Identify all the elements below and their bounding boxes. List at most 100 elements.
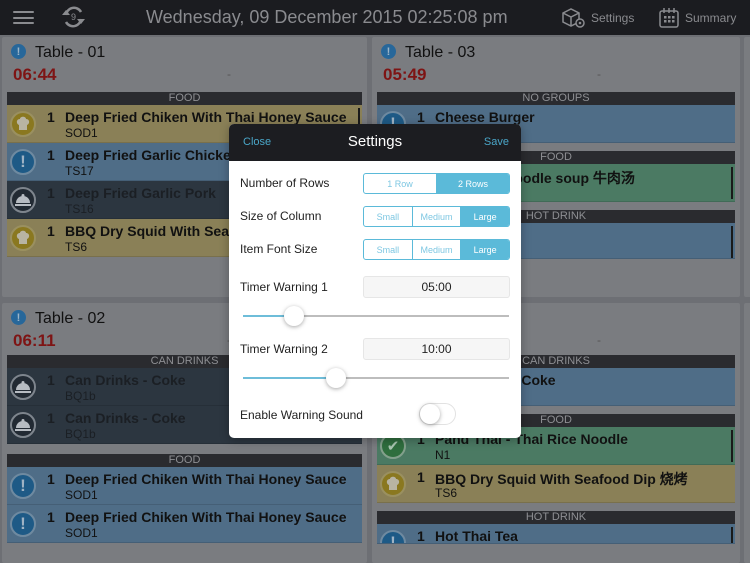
serving-dome-icon xyxy=(10,412,36,438)
ticket-partial-right[interactable] xyxy=(744,37,750,297)
rows-option-2[interactable]: 2 Rows xyxy=(436,174,509,193)
timer-warning-2-slider[interactable] xyxy=(243,368,509,388)
settings-label: Settings xyxy=(591,11,635,25)
font-size-segmented-control: Small Medium Large xyxy=(363,239,510,260)
slider-thumb[interactable] xyxy=(283,306,304,326)
ticket-note: - xyxy=(227,67,231,81)
order-item[interactable]: 1 BBQ Dry Squid With Seafood Dip 烧烤 TS6 xyxy=(377,465,735,503)
item-qty: 1 xyxy=(47,109,55,125)
ticket-title: Table - 01 xyxy=(35,44,106,61)
serving-dome-icon xyxy=(10,187,36,213)
item-qty: 1 xyxy=(47,372,55,388)
order-item[interactable]: ! 1 Deep Fried Chiken With Thai Honey Sa… xyxy=(7,505,362,543)
hamburger-menu-icon[interactable] xyxy=(13,11,34,24)
item-group: HOT DRINK ! 1 Hot Thai Tea xyxy=(377,511,735,544)
refresh-button[interactable]: 9 xyxy=(57,3,90,31)
rows-label: Number of Rows xyxy=(240,176,330,190)
serving-dome-icon xyxy=(10,374,36,400)
warning-sound-toggle[interactable] xyxy=(419,403,456,425)
timer-warning-2-label: Timer Warning 2 xyxy=(240,342,328,356)
item-name: Hot Thai Tea xyxy=(435,528,518,544)
ticket-title: Table - 03 xyxy=(405,44,476,61)
font-size-large[interactable]: Large xyxy=(460,240,509,259)
column-size-large[interactable]: Large xyxy=(460,207,509,226)
column-size-medium[interactable]: Medium xyxy=(411,207,461,226)
column-size-segmented-control: Small Medium Large xyxy=(363,206,510,227)
group-header: HOT DRINK xyxy=(377,511,735,524)
dialog-title: Settings xyxy=(347,133,403,150)
item-code: TS6 xyxy=(435,486,458,500)
item-qty: 1 xyxy=(47,509,55,525)
timer-warning-1-label: Timer Warning 1 xyxy=(240,280,328,294)
item-name: BBQ Dry Squid With Seafood Dip 烧烤 xyxy=(435,471,688,487)
item-divider xyxy=(731,430,733,462)
settings-dialog: Close Settings Save Number of Rows 1 Row… xyxy=(229,124,521,438)
item-code: BQ1b xyxy=(65,389,96,403)
ticket-title: Table - 02 xyxy=(35,310,106,327)
current-datetime: Wednesday, 09 December 2015 02:25:08 pm xyxy=(146,7,508,27)
alert-icon: ! xyxy=(381,44,396,59)
column-size-small[interactable]: Small xyxy=(364,207,412,226)
ticket-timer: 05:49 xyxy=(383,65,427,84)
group-header: FOOD xyxy=(7,454,362,467)
font-size-small[interactable]: Small xyxy=(364,240,412,259)
exclamation-icon: ! xyxy=(10,149,36,175)
ticket-note: - xyxy=(597,333,601,347)
chef-hat-icon xyxy=(10,111,36,137)
item-code: SOD1 xyxy=(65,526,98,540)
item-name: Deep Fried Chiken With Thai Honey Sauce xyxy=(65,471,347,487)
order-item[interactable]: ! 1 Hot Thai Tea xyxy=(377,524,735,544)
item-divider xyxy=(731,167,733,199)
item-qty: 1 xyxy=(47,185,55,201)
calendar-icon xyxy=(659,8,679,28)
item-qty: 1 xyxy=(417,109,425,125)
column-size-label: Size of Column xyxy=(240,209,322,223)
item-name: Can Drinks - Coke xyxy=(65,372,186,388)
settings-button[interactable]: Settings xyxy=(560,6,634,30)
refresh-count: 9 xyxy=(70,12,76,22)
ticket-note: - xyxy=(597,67,601,81)
timer-warning-2-field[interactable]: 10:00 xyxy=(363,338,510,360)
item-group: FOOD ! 1 Deep Fried Chiken With Thai Hon… xyxy=(7,454,362,543)
item-name: Deep Fried Chiken With Thai Honey Sauce xyxy=(65,109,347,125)
timer-warning-1-slider[interactable] xyxy=(243,306,509,326)
chef-hat-icon xyxy=(10,225,36,251)
settings-box-gear-icon xyxy=(562,8,585,28)
item-code: BQ1b xyxy=(65,427,96,441)
item-divider xyxy=(731,226,733,258)
item-qty: 1 xyxy=(47,410,55,426)
item-divider xyxy=(731,527,733,543)
item-name: Deep Fried Chiken With Thai Honey Sauce xyxy=(65,509,347,525)
item-name: Can Drinks - Coke xyxy=(65,410,186,426)
rows-option-1[interactable]: 1 Row xyxy=(364,174,436,193)
ticket-partial-right[interactable] xyxy=(744,303,750,563)
item-qty: 1 xyxy=(417,528,425,544)
group-header: NO GROUPS xyxy=(377,92,735,105)
item-name: Cheese Burger xyxy=(435,109,535,125)
summary-label: Summary xyxy=(685,11,737,25)
item-name: Deep Fried Garlic Pork xyxy=(65,185,216,201)
item-qty: 1 xyxy=(417,469,425,485)
font-size-medium[interactable]: Medium xyxy=(411,240,461,259)
save-button[interactable]: Save xyxy=(484,136,509,148)
dialog-header: Close Settings Save xyxy=(229,124,521,161)
summary-button[interactable]: Summary xyxy=(658,6,736,30)
item-qty: 1 xyxy=(47,147,55,163)
item-name: Deep Fried Garlic Chicken xyxy=(65,147,240,163)
slider-fill xyxy=(243,377,337,379)
slider-thumb[interactable] xyxy=(326,368,347,388)
ticket-timer: 06:44 xyxy=(13,65,57,84)
item-code: TS17 xyxy=(65,164,94,178)
font-size-label: Item Font Size xyxy=(240,242,318,256)
alert-icon: ! xyxy=(11,310,26,325)
timer-warning-1-field[interactable]: 05:00 xyxy=(363,276,510,298)
warning-sound-label: Enable Warning Sound xyxy=(240,408,363,422)
order-item[interactable]: ! 1 Deep Fried Chiken With Thai Honey Sa… xyxy=(7,467,362,505)
item-code: SOD1 xyxy=(65,488,98,502)
exclamation-icon: ! xyxy=(10,511,36,537)
toggle-knob xyxy=(420,404,440,424)
rows-segmented-control: 1 Row 2 Rows xyxy=(363,173,510,194)
alert-icon: ! xyxy=(11,44,26,59)
item-code: TS6 xyxy=(65,240,88,254)
chef-hat-icon xyxy=(380,471,406,497)
